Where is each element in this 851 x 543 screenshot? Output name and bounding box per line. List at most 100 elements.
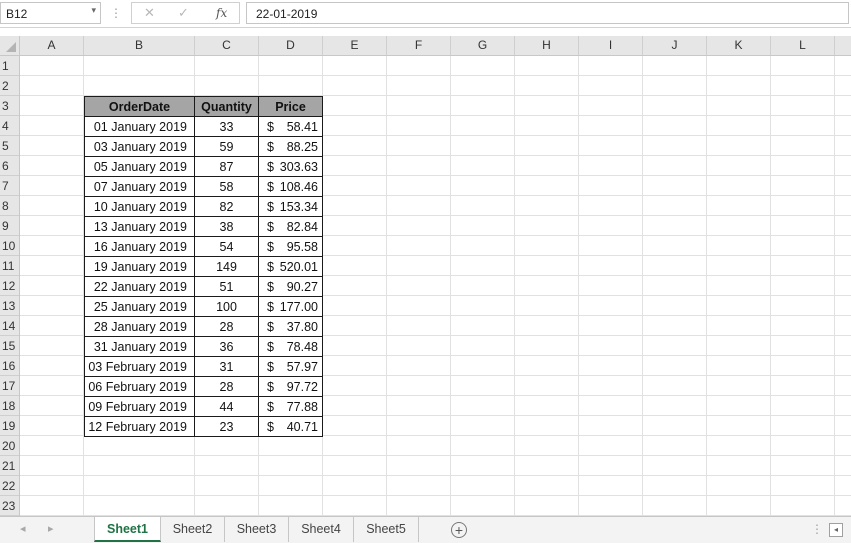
price-cell[interactable]: $303.63 [258,156,323,177]
column-header-f[interactable]: F [387,36,451,55]
orderdate-cell[interactable]: 31 January 2019 [84,336,195,357]
worksheet-grid[interactable]: A B C D E F G H I J K L 1 2 3 4 5 6 7 8 9 10 11 12 1… [0,36,851,516]
column-header-g[interactable]: G [451,36,515,55]
quantity-cell[interactable]: 59 [194,136,259,157]
orderdate-cell[interactable]: 22 January 2019 [84,276,195,297]
sheet-tab-sheet4[interactable]: Sheet4 [289,517,354,542]
cancel-icon[interactable]: ✕ [144,5,155,21]
enter-icon[interactable]: ✓ [178,5,189,21]
column-header-d[interactable]: D [259,36,323,55]
price-cell[interactable]: $95.58 [258,236,323,257]
column-header-j[interactable]: J [643,36,707,55]
column-header-k[interactable]: K [707,36,771,55]
sheet-tab-sheet2[interactable]: Sheet2 [161,517,225,542]
price-cell[interactable]: $77.88 [258,396,323,417]
scroll-tabs-right-icon[interactable]: ▸ [48,522,54,535]
row-header[interactable]: 17 [0,376,19,396]
column-header-c[interactable]: C [195,36,259,55]
quantity-cell[interactable]: 82 [194,196,259,217]
orderdate-cell[interactable]: 19 January 2019 [84,256,195,277]
quantity-cell[interactable]: 36 [194,336,259,357]
drag-handle-icon[interactable]: ⋮ [811,522,823,536]
orderdate-cell[interactable]: 06 February 2019 [84,376,195,397]
row-header[interactable]: 14 [0,316,19,336]
quantity-cell[interactable]: 58 [194,176,259,197]
row-header[interactable]: 15 [0,336,19,356]
sheet-tab-sheet1[interactable]: Sheet1 [94,517,161,542]
price-cell[interactable]: $520.01 [258,256,323,277]
row-header[interactable]: 10 [0,236,19,256]
quantity-cell[interactable]: 28 [194,376,259,397]
select-all-button[interactable] [0,36,20,56]
price-cell[interactable]: $153.34 [258,196,323,217]
quantity-cell[interactable]: 31 [194,356,259,377]
price-cell[interactable]: $37.80 [258,316,323,337]
column-header-i[interactable]: I [579,36,643,55]
price-cell[interactable]: $78.48 [258,336,323,357]
price-cell[interactable]: $177.00 [258,296,323,317]
name-box[interactable]: B12 ▾ [0,2,101,24]
orderdate-cell[interactable]: 10 January 2019 [84,196,195,217]
column-header-b[interactable]: B [84,36,195,55]
price-cell[interactable]: $88.25 [258,136,323,157]
orderdate-cell[interactable]: 16 January 2019 [84,236,195,257]
column-header-h[interactable]: H [515,36,579,55]
quantity-cell[interactable]: 38 [194,216,259,237]
header-price[interactable]: Price [258,96,323,117]
chevron-down-icon[interactable]: ▾ [91,5,96,16]
sheet-tab-sheet3[interactable]: Sheet3 [225,517,289,542]
quantity-cell[interactable]: 51 [194,276,259,297]
scroll-left-icon[interactable]: ◂ [829,523,843,537]
orderdate-cell[interactable]: 13 January 2019 [84,216,195,237]
header-quantity[interactable]: Quantity [194,96,259,117]
column-header-a[interactable]: A [20,36,84,55]
row-header[interactable]: 6 [0,156,19,176]
column-header-e[interactable]: E [323,36,387,55]
row-header[interactable]: 23 [0,496,19,516]
orderdate-cell[interactable]: 09 February 2019 [84,396,195,417]
row-header[interactable]: 19 [0,416,19,436]
orderdate-cell[interactable]: 03 January 2019 [84,136,195,157]
insert-function-icon[interactable]: fx [216,6,227,20]
orderdate-cell[interactable]: 05 January 2019 [84,156,195,177]
row-header[interactable]: 9 [0,216,19,236]
quantity-cell[interactable]: 33 [194,116,259,137]
quantity-cell[interactable]: 149 [194,256,259,277]
row-header[interactable]: 7 [0,176,19,196]
quantity-cell[interactable]: 100 [194,296,259,317]
formula-input[interactable]: 22-01-2019 [246,2,849,24]
price-cell[interactable]: $40.71 [258,416,323,437]
orderdate-cell[interactable]: 07 January 2019 [84,176,195,197]
row-header[interactable]: 1 [0,56,19,76]
orderdate-cell[interactable]: 28 January 2019 [84,316,195,337]
price-cell[interactable]: $97.72 [258,376,323,397]
orderdate-cell[interactable]: 01 January 2019 [84,116,195,137]
add-sheet-icon[interactable]: + [451,522,467,538]
sheet-tab-sheet5[interactable]: Sheet5 [354,517,419,542]
row-header[interactable]: 12 [0,276,19,296]
row-header[interactable]: 21 [0,456,19,476]
price-cell[interactable]: $57.97 [258,356,323,377]
price-cell[interactable]: $108.46 [258,176,323,197]
quantity-cell[interactable]: 54 [194,236,259,257]
price-cell[interactable]: $90.27 [258,276,323,297]
row-header[interactable]: 22 [0,476,19,496]
row-header[interactable]: 8 [0,196,19,216]
row-header[interactable]: 4 [0,116,19,136]
header-orderdate[interactable]: OrderDate [84,96,195,117]
column-header-l[interactable]: L [771,36,835,55]
scroll-tabs-left-icon[interactable]: ◂ [20,522,26,535]
quantity-cell[interactable]: 87 [194,156,259,177]
drag-handle-icon[interactable]: ⋮ [110,4,122,22]
row-header[interactable]: 16 [0,356,19,376]
row-header[interactable]: 18 [0,396,19,416]
quantity-cell[interactable]: 44 [194,396,259,417]
row-header[interactable]: 3 [0,96,19,116]
orderdate-cell[interactable]: 25 January 2019 [84,296,195,317]
price-cell[interactable]: $58.41 [258,116,323,137]
row-header[interactable]: 5 [0,136,19,156]
orderdate-cell[interactable]: 03 February 2019 [84,356,195,377]
orderdate-cell[interactable]: 12 February 2019 [84,416,195,437]
row-header[interactable]: 20 [0,436,19,456]
quantity-cell[interactable]: 23 [194,416,259,437]
